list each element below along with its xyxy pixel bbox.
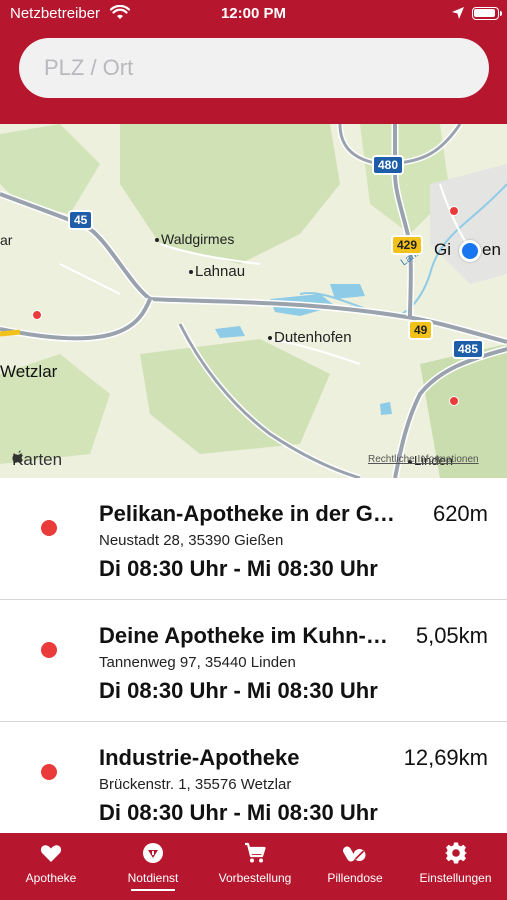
marker-dot-icon xyxy=(41,642,57,658)
tab-pillendose[interactable]: Pillendose xyxy=(306,833,404,900)
legal-link[interactable]: Rechtliche Informationen xyxy=(368,454,479,465)
pharmacy-distance: 5,05km xyxy=(415,623,488,648)
heart-icon xyxy=(40,845,62,862)
tab-label: Einstellungen xyxy=(419,871,492,885)
map-label-edge: ar xyxy=(0,232,13,248)
tab-notdienst[interactable]: Notdienst xyxy=(102,833,204,900)
status-bar: Netzbetreiber 12:00 PM xyxy=(0,0,507,28)
marker-dot-icon xyxy=(41,764,57,780)
pharmacy-name: Deine Apotheke im Kuhn-… xyxy=(99,623,388,648)
tab-apotheke[interactable]: Apotheke xyxy=(0,833,102,900)
tab-vorbestellung[interactable]: Vorbestellung xyxy=(204,833,306,900)
list-item[interactable]: Industrie-Apotheke 12,69km Brückenstr. 1… xyxy=(0,722,507,833)
map-label-giessen: Gi xyxy=(434,240,451,259)
road-shield-49: 49 xyxy=(408,320,434,340)
map-label-waldgirmes: Waldgirmes xyxy=(155,231,234,247)
map-label-dutenhofen: Dutenhofen xyxy=(268,329,352,346)
pharmacy-address: Neustadt 28, 35390 Gießen xyxy=(99,532,284,549)
pharmacy-name: Pelikan-Apotheke in der G… xyxy=(99,501,395,526)
tab-label: Vorbestellung xyxy=(218,871,292,885)
tab-bar: Apotheke Notdienst Vorbestellung Pillend… xyxy=(0,833,507,900)
gear-icon xyxy=(445,842,466,864)
clock: 12:00 PM xyxy=(220,5,287,22)
road-shield-480: 480 xyxy=(372,155,405,175)
list-item[interactable]: Pelikan-Apotheke in der G… 620m Neustadt… xyxy=(0,478,507,600)
pharmacy-emergency-icon xyxy=(143,843,163,863)
tab-label: Notdienst xyxy=(127,871,179,885)
map-marker-pharmacy[interactable] xyxy=(449,206,459,216)
battery-icon xyxy=(472,7,499,20)
cart-icon xyxy=(245,842,266,863)
pharmacy-address: Brückenstr. 1, 35576 Wetzlar xyxy=(99,776,292,793)
pharmacy-distance: 620m xyxy=(432,501,488,526)
pharmacy-distance: 12,69km xyxy=(403,745,488,770)
search-input[interactable] xyxy=(19,38,489,98)
apple-logo-icon xyxy=(12,450,23,463)
map-label-lahnau: Lahnau xyxy=(189,263,245,280)
map-label-giessen-tail: en xyxy=(482,240,501,259)
pharmacy-name: Industrie-Apotheke xyxy=(99,745,300,770)
map-canvas xyxy=(0,124,507,478)
map-marker-pharmacy[interactable] xyxy=(32,310,42,320)
pharmacy-hours: Di 08:30 Uhr - Mi 08:30 Uhr xyxy=(99,800,378,825)
pharmacy-address: Tannenweg 97, 35440 Linden xyxy=(99,654,296,671)
marker-dot-icon xyxy=(41,520,57,536)
road-shield-45: 45 xyxy=(68,210,94,230)
pills-icon xyxy=(343,846,366,862)
road-shield-429: 429 xyxy=(391,235,424,255)
map-label-wetzlar: Wetzlar xyxy=(0,362,58,381)
header: Netzbetreiber 12:00 PM xyxy=(0,0,507,124)
tab-einstellungen[interactable]: Einstellungen xyxy=(404,833,507,900)
map-marker-pharmacy[interactable] xyxy=(449,396,459,406)
pharmacy-hours: Di 08:30 Uhr - Mi 08:30 Uhr xyxy=(99,556,378,581)
location-arrow-icon xyxy=(452,7,464,19)
pharmacy-list[interactable]: Pelikan-Apotheke in der G… 620m Neustadt… xyxy=(0,478,507,833)
tab-selected-indicator xyxy=(131,889,175,891)
road-shield-485: 485 xyxy=(452,339,485,359)
tab-label: Apotheke xyxy=(25,871,77,885)
maps-attribution: Karten xyxy=(12,450,63,469)
list-item[interactable]: Deine Apotheke im Kuhn-… 5,05km Tannenwe… xyxy=(0,600,507,722)
pharmacy-hours: Di 08:30 Uhr - Mi 08:30 Uhr xyxy=(99,678,378,703)
user-location-dot xyxy=(459,240,481,262)
tab-label: Pillendose xyxy=(327,871,383,885)
map-view[interactable]: Waldgirmes Lahnau Dutenhofen Wetzlar ar … xyxy=(0,124,507,478)
